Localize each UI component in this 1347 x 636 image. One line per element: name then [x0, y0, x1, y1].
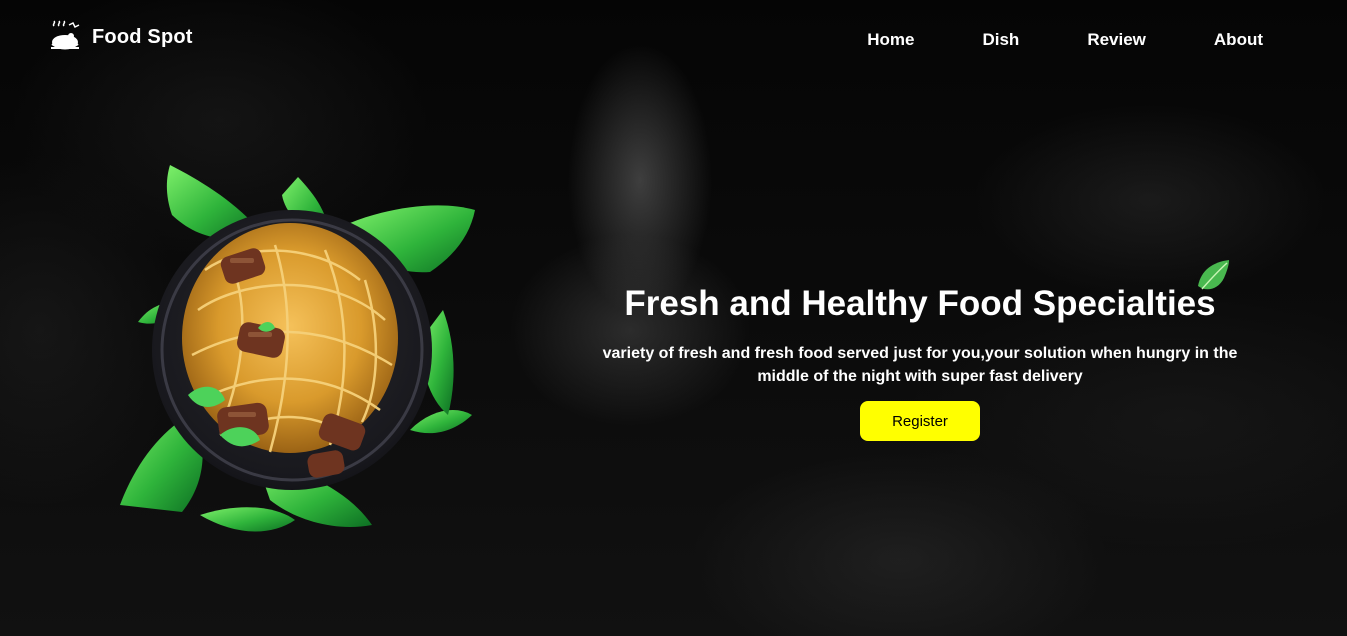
navbar: Food Spot Home Dish Review About: [0, 0, 1347, 82]
register-button[interactable]: Register: [860, 401, 980, 441]
chef-dish-icon: [51, 20, 80, 50]
nav-review[interactable]: Review: [1087, 30, 1146, 50]
hero-subtitle: variety of fresh and fresh food served j…: [602, 345, 1238, 385]
main-navigation: Home Dish Review About: [867, 30, 1263, 50]
nav-dish[interactable]: Dish: [982, 30, 1019, 50]
nav-about[interactable]: About: [1214, 30, 1263, 50]
nav-home[interactable]: Home: [867, 30, 914, 50]
noodle-dish-image: [120, 165, 475, 532]
brand[interactable]: Food Spot: [48, 20, 193, 54]
brand-name: Food Spot: [92, 25, 193, 48]
hero-title: Fresh and Healthy Food Specialties: [624, 284, 1216, 323]
hero-section: Fresh and Healthy Food Specialties varie…: [570, 282, 1270, 441]
